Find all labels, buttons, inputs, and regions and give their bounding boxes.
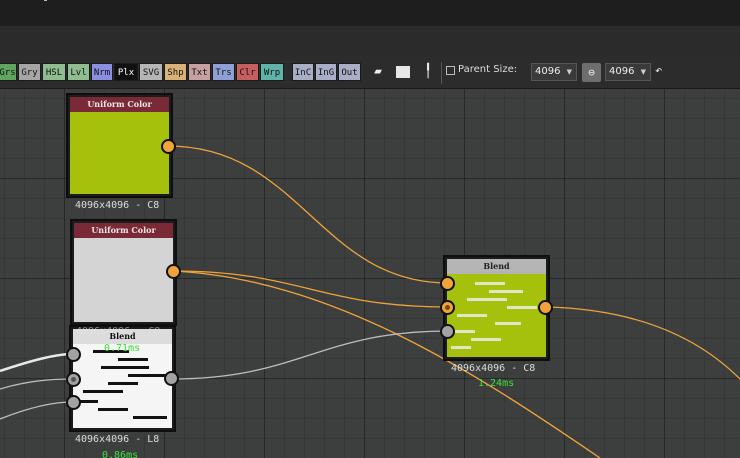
preview-stripe [98,408,128,411]
output-port[interactable] [538,300,553,315]
preview-stripe [118,358,148,361]
preview-stripe [133,416,167,419]
node-title: Blend [447,259,546,274]
node-type-button-inc[interactable]: InC [292,63,314,81]
blend-node-left[interactable]: Blend [69,325,176,432]
pin-icon[interactable]: ╿ [419,62,437,82]
wire-uniform1-to-blend [167,145,449,284]
input-port[interactable] [440,300,455,315]
comment-icon[interactable]: ▰ [369,62,387,82]
node-type-button-gry[interactable]: Gry [18,63,41,81]
node-type-button-shp[interactable]: Shp [164,63,187,81]
node-title: Uniform Color [70,97,169,112]
wire-offscreen-in-3 [0,401,74,420]
node-graph-canvas[interactable]: Uniform Color 4096x4096 - C8 Uniform Col… [0,89,740,458]
node-type-button-nrm[interactable]: Nrm [91,63,113,81]
link-icon[interactable]: ⊖ [582,63,601,82]
node-type-button-ing[interactable]: InG [315,63,337,81]
output-port[interactable] [161,139,176,154]
preview-stripe [471,338,501,341]
parent-width-dropdown[interactable]: 4096 ▼ [531,63,577,81]
node-type-button-trs[interactable]: Trs [212,63,235,81]
node-type-button-out[interactable]: Out [338,63,361,81]
menu-area [0,26,740,56]
preview-stripe [495,322,521,325]
chevron-down-icon: ▼ [566,68,572,76]
node-type-button-wrp[interactable]: Wrp [260,63,284,81]
output-port[interactable] [164,371,179,386]
title-text-fragment [44,0,47,1]
node-type-button-grs[interactable]: Grs [0,63,17,81]
node-toolbar: Grs Gry HSL Lvl Nrm Plx SVG Shp Txt Trs Clr Wrp InC I… [0,56,740,89]
preview-stripe [83,390,123,393]
node-type-button-clr[interactable]: Clr [236,63,259,81]
preview-stripe [108,382,138,385]
uniform-color-node-1[interactable]: Uniform Color [66,93,173,198]
parent-height-value: 4096 [609,66,635,77]
input-port[interactable] [66,372,81,387]
preview-stripe [467,298,507,301]
node-preview [73,344,172,428]
external-link-icon [446,66,455,75]
node-time: 1.24ms [478,378,515,389]
node-caption: 4096x4096 - C8 [451,363,536,374]
output-port[interactable] [166,264,181,279]
wire-uniform2-to-blend [172,270,449,308]
preview-stripe [101,366,149,369]
input-port[interactable] [66,347,81,362]
undo-icon[interactable]: ↶ [655,63,662,77]
preview-stripe [78,400,98,403]
node-time-overlap: 0.71ms [104,343,141,354]
parent-size-label: Parent Size: [458,64,518,75]
node-type-button-hsl[interactable]: HSL [42,63,66,81]
node-caption: 4096x4096 - C8 [75,200,160,211]
input-port[interactable] [440,276,455,291]
preview-stripe [507,306,537,309]
node-caption: 4096x4096 - L8 [75,434,160,445]
uniform-color-node-2[interactable]: Uniform Color [70,219,177,326]
wire-offscreen-in-2 [0,378,74,390]
chevron-down-icon: ▼ [640,68,646,76]
parent-height-dropdown[interactable]: 4096 ▼ [605,63,651,81]
node-preview [447,274,546,357]
title-bar [0,0,740,26]
node-title: Uniform Color [74,223,173,238]
frame-icon[interactable] [394,62,412,82]
node-time: 0.86ms [102,450,139,458]
preview-stripe [457,314,487,317]
wire-offscreen-in-1 [0,352,74,373]
input-port[interactable] [66,395,81,410]
node-caption-overlap: 4096x4096 - C8 [76,326,161,337]
input-port[interactable] [440,324,455,339]
preview-stripe [475,282,505,285]
toolbar-separator [441,62,442,84]
node-type-button-txt[interactable]: Txt [188,63,211,81]
preview-stripe [128,374,168,377]
node-type-button-plx[interactable]: Plx [114,63,138,81]
preview-stripe [489,290,523,293]
node-preview [74,238,173,322]
wire-blend-right-output [544,306,740,380]
node-preview [70,112,169,194]
parent-width-value: 4096 [535,66,561,77]
node-type-button-svg[interactable]: SVG [139,63,163,81]
preview-stripe [451,346,471,349]
blend-node-right[interactable]: Blend [443,255,550,361]
wire-blend-left-to-blend [170,330,449,380]
node-type-button-lvl[interactable]: Lvl [67,63,90,81]
